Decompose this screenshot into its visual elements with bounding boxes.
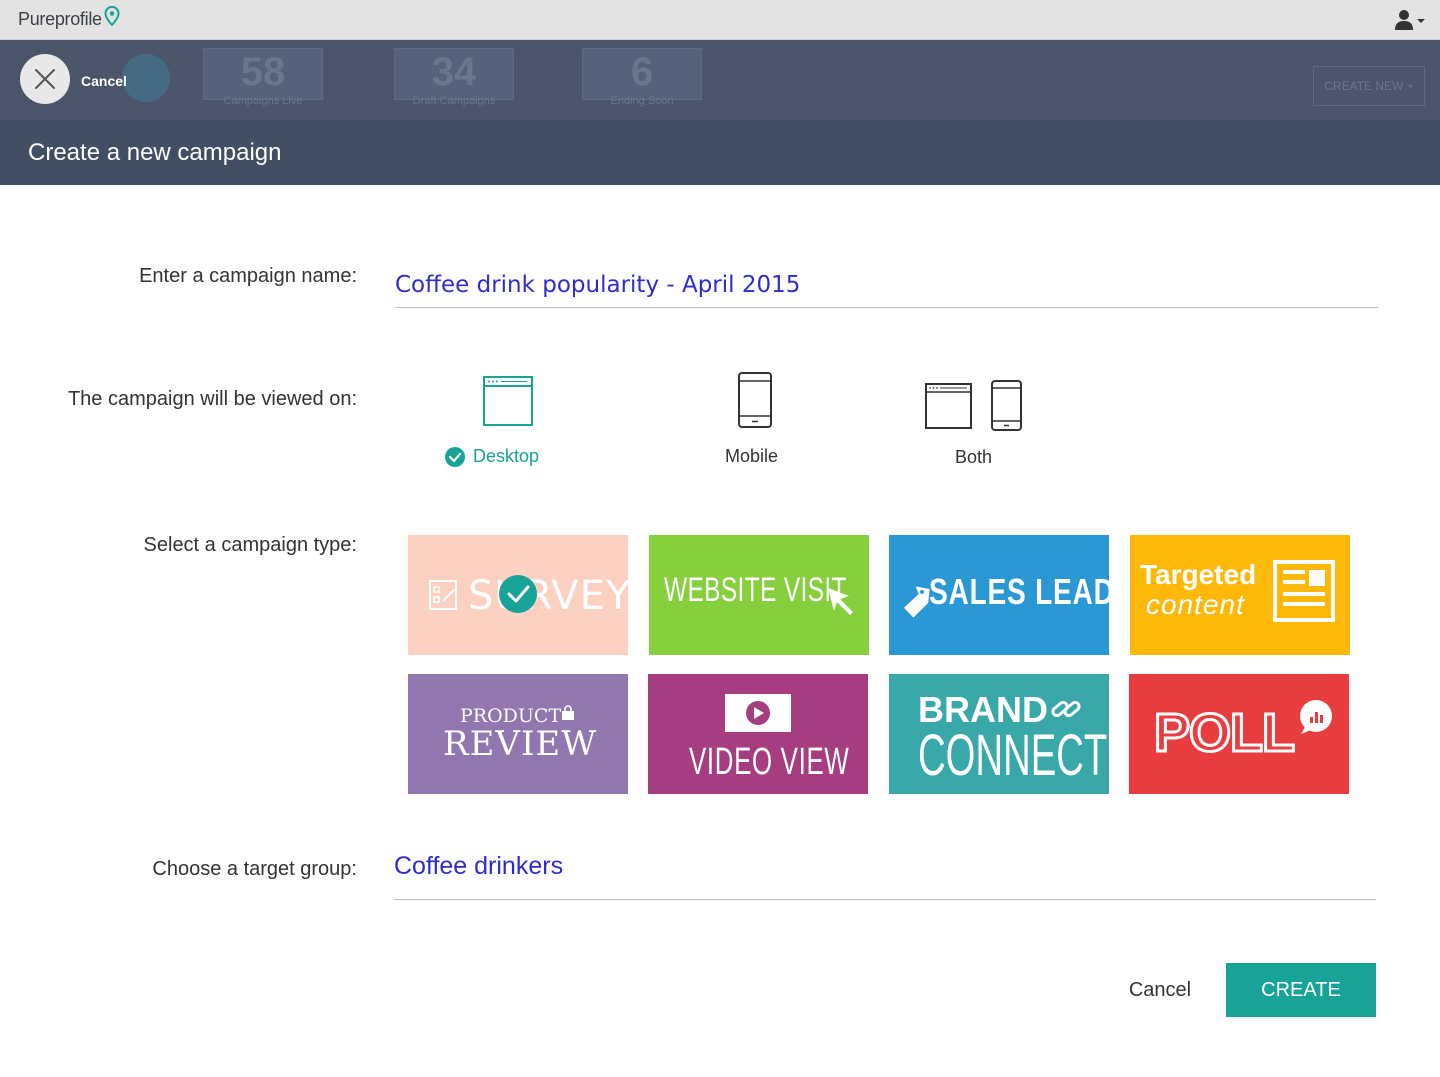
app-bar: Pureprofile [0, 0, 1440, 40]
tile-label: VIDEO VIEW [689, 741, 850, 783]
stat-value: 58 [240, 50, 286, 94]
desktop-icon [483, 376, 533, 426]
selected-check-icon [499, 575, 537, 613]
stat-ending-soon: 6 Ending Soon [582, 48, 702, 107]
create-new-button-dimmed: CREATE NEW + [1313, 66, 1425, 106]
close-icon [35, 69, 55, 89]
price-tag-icon [904, 586, 930, 618]
tile-label-line-2: CONNECT [918, 723, 1108, 788]
stat-label: Ending Soon [610, 95, 674, 107]
cursor-arrow-icon [828, 588, 853, 615]
target-group-label: Choose a target group: [152, 858, 357, 880]
create-button[interactable]: CREATE [1226, 963, 1376, 1017]
campaign-type-poll[interactable]: POLL [1129, 674, 1349, 794]
tile-label-line-2: REVIEW [443, 724, 598, 764]
campaign-type-brand-connect[interactable]: BRAND CONNECT [889, 674, 1109, 794]
avatar [122, 54, 170, 102]
close-button[interactable] [20, 54, 70, 104]
shopping-bag-icon [562, 705, 574, 720]
campaign-type-targeted-content[interactable]: Targeted content [1130, 535, 1350, 655]
survey-form-icon [429, 580, 457, 610]
device-label-mobile: Mobile [725, 446, 779, 466]
campaign-type-product-review[interactable]: PRODUCT REVIEW [408, 674, 628, 794]
campaign-name-label: Enter a campaign name: [139, 265, 357, 287]
user-menu-icon[interactable] [1394, 8, 1428, 32]
campaign-name-input[interactable] [395, 262, 1378, 308]
link-chain-icon [1051, 700, 1081, 718]
desktop-and-mobile-icon [925, 380, 1022, 431]
device-label-desktop: Desktop [473, 446, 540, 466]
tile-label: POLL [1153, 702, 1297, 765]
tile-label: WEBSITE VISIT [664, 571, 847, 609]
modal-title: Create a new campaign [28, 139, 282, 166]
stat-campaigns-live: 58 Campaigns Live [203, 48, 323, 107]
stat-label: Draft Campaigns [412, 95, 496, 107]
tile-label-line-2: content [1146, 589, 1245, 620]
stat-label: Campaigns Live [223, 95, 303, 107]
brand-logo[interactable]: Pureprofile [18, 9, 102, 30]
stat-value: 34 [431, 50, 477, 94]
target-group-field[interactable]: Coffee drinkers [394, 852, 1376, 900]
viewed-on-label: The campaign will be viewed on: [67, 388, 357, 410]
campaign-type-label: Select a campaign type: [143, 534, 357, 556]
speech-bubble-chart-icon [1300, 700, 1332, 734]
mobile-icon [738, 372, 772, 428]
tile-label: Targeted [1140, 559, 1257, 590]
stat-value: 6 [630, 50, 654, 94]
device-label-both: Both [955, 447, 993, 467]
video-play-icon [725, 694, 791, 732]
article-document-icon [1273, 560, 1335, 622]
selected-check-icon [445, 447, 465, 467]
tile-label: SALES LEAD [929, 571, 1109, 612]
location-pin-icon [104, 6, 120, 26]
cancel-link[interactable]: Cancel [81, 73, 127, 89]
campaign-type-sales-lead[interactable]: SALES LEAD [889, 535, 1109, 655]
tile-label: SURVEY [468, 573, 628, 619]
campaign-type-video-view[interactable]: VIDEO VIEW [648, 674, 868, 794]
stat-draft-campaigns: 34 Draft Campaigns [394, 48, 514, 107]
cancel-button[interactable]: Cancel [1112, 970, 1208, 1010]
campaign-type-survey[interactable]: SURVEY [408, 535, 628, 655]
campaign-type-website-visit[interactable]: WEBSITE VISIT [649, 535, 869, 655]
